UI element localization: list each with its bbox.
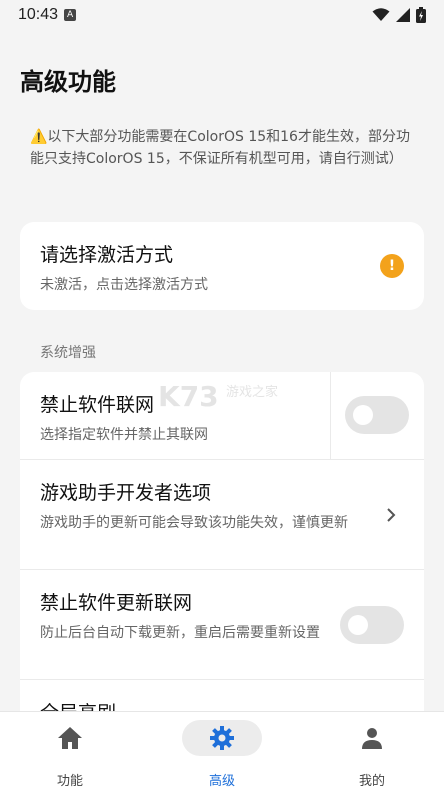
row-divider (330, 372, 331, 460)
nav-label: 功能 (56, 774, 83, 789)
nav-label: 我的 (358, 774, 385, 789)
wifi-icon (372, 8, 390, 21)
gear-icon (210, 726, 234, 750)
activation-card[interactable]: 请选择激活方式 未激活，点击选择激活方式 ! (20, 222, 424, 310)
svg-text:K73: K73 (158, 380, 219, 413)
section-label: 系统增强 (40, 345, 96, 361)
svg-text:游戏之家: 游戏之家 (226, 384, 278, 400)
nav-icon-container (182, 720, 262, 756)
battery-icon (416, 7, 426, 23)
status-time: 10:43 (18, 6, 59, 23)
list-item-block-update[interactable]: 禁止软件更新联网 防止后台自动下载更新，重启后需要重新设置 (20, 570, 424, 680)
nav-item-advanced[interactable]: 高级 (172, 712, 272, 791)
item-subtitle: 选择指定软件并禁止其联网 (40, 427, 208, 443)
watermark-logo: K73 游戏之家 (158, 380, 278, 413)
block-update-toggle[interactable] (340, 606, 404, 644)
watermark: K73 游戏之家 (156, 380, 288, 414)
nav-icon-container (332, 720, 412, 756)
nav-icon-container (30, 720, 110, 756)
chevron-right-icon (387, 508, 396, 522)
item-title: 禁止软件联网 (40, 394, 155, 416)
signal-icon (396, 8, 410, 22)
home-icon (58, 727, 82, 749)
nav-item-features[interactable]: 功能 (20, 712, 120, 791)
activation-subtitle: 未激活，点击选择激活方式 (40, 277, 208, 293)
item-title: 游戏助手开发者选项 (40, 482, 212, 504)
person-icon (362, 728, 382, 749)
bottom-nav: 功能 高级 我的 (0, 711, 444, 791)
toggle-knob (348, 615, 368, 635)
nav-item-mine[interactable]: 我的 (322, 712, 422, 791)
warning-icon: ! (380, 254, 404, 278)
page-title: 高级功能 (20, 68, 116, 96)
block-network-toggle[interactable] (345, 396, 409, 434)
item-subtitle: 防止后台自动下载更新，重启后需要重新设置 (40, 625, 320, 641)
status-bar: 10:43 A (0, 0, 444, 30)
activation-title: 请选择激活方式 (40, 244, 174, 266)
compatibility-notice: ⚠️以下大部分功能需要在ColorOS 15和16才能生效，部分功能只支持Col… (30, 129, 410, 167)
toggle-knob (353, 405, 373, 425)
status-icons (372, 7, 426, 23)
item-subtitle: 游戏助手的更新可能会导致该功能失效，谨慎更新 (40, 515, 348, 531)
list-item-game-assistant[interactable]: 游戏助手开发者选项 游戏助手的更新可能会导致该功能失效，谨慎更新 (20, 460, 424, 570)
nav-label: 高级 (208, 774, 235, 789)
item-title: 禁止软件更新联网 (40, 592, 193, 614)
notification-a-icon: A (64, 9, 77, 21)
